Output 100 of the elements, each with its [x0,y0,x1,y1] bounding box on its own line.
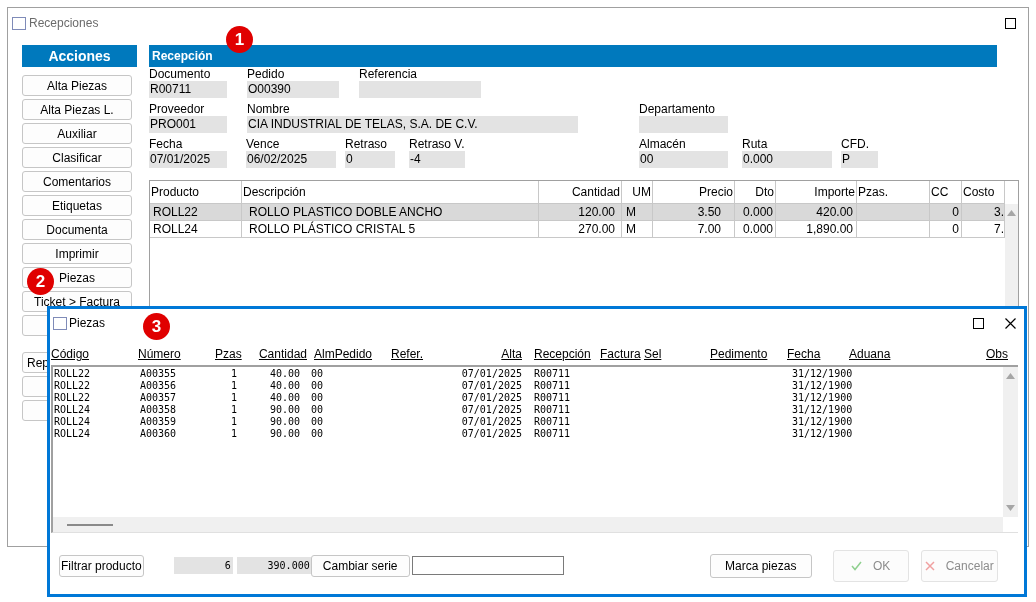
cross-icon [924,560,935,571]
grid-cell-text: 00 [310,368,325,380]
grid-cell-text: 07/01/2025 [460,404,523,416]
action-button[interactable]: Imprimir [22,243,132,264]
grid-cell-text: A00359 [140,416,178,428]
grid-cell-text: 07/01/2025 [460,392,523,404]
mark-button[interactable]: Marca piezas [709,553,812,578]
grid-cell-text: 00 [310,404,325,416]
grid-cell-text: 40.00 [268,368,301,380]
column-header[interactable]: Cantidad [258,347,307,361]
table-cell: 120.00 [539,204,622,220]
field-value: 00 [639,151,728,168]
column-header[interactable]: Pzas [215,347,242,361]
field-label: CFD. [841,137,870,151]
column-header[interactable]: Refer. [391,347,423,361]
field-label: Nombre [247,102,291,116]
grid-cell-text: 31/12/1900 [791,428,851,440]
field-label: Ruta [742,137,769,151]
action-button[interactable]: Documenta [22,219,132,240]
grid-cell-text: 40.00 [268,392,301,404]
window-title: Recepciones [29,15,99,32]
grid-cell-text: 90.00 [268,416,301,428]
column-header[interactable]: Descripción [242,181,539,203]
action-button[interactable]: Auxiliar [22,123,132,144]
maximize-icon[interactable] [973,317,984,329]
column-header[interactable]: Precio [653,181,735,203]
grid-cell-text: 00 [310,380,325,392]
series-input[interactable] [411,556,564,575]
scroll-down-icon[interactable] [1006,505,1015,511]
column-header[interactable]: Sel [644,347,662,361]
maximize-icon[interactable] [1005,17,1016,29]
column-header[interactable]: Obs [986,347,1008,361]
table-cell: 0 [930,204,962,220]
grid-cell-text: ROLL22 [53,380,92,392]
column-header[interactable]: Cantidad [539,181,622,203]
field-value: P [841,151,878,168]
table-cell: 7.00 [653,221,735,237]
grid-cell-text: A00356 [140,380,178,392]
total-value: 390.000 [236,557,311,574]
column-header[interactable]: Costo [962,181,1005,203]
field-label: Almacén [639,137,687,151]
table-row[interactable]: ROLL24 ROLLO PLÁSTICO CRISTAL 5 270.00 M 7.00 0.000 1,890.00 0 7. [150,221,1005,238]
table-cell: 0.000 [735,221,776,237]
column-header[interactable]: Fecha [787,347,821,361]
scrollbar[interactable] [1003,367,1018,517]
grid-cell-text: R00711 [533,392,572,404]
column-header[interactable]: Aduana [849,347,891,361]
filter-button[interactable]: Filtrar producto [59,554,144,577]
column-header[interactable]: CC [930,181,962,203]
grid-cell-text: 07/01/2025 [460,428,523,440]
scrollbar-thumb[interactable] [67,523,113,526]
column-header[interactable]: Dto [735,181,776,203]
grid-cell-text: A00360 [140,428,178,440]
column-header[interactable]: Factura [600,347,641,361]
window-icon [53,316,67,330]
column-header[interactable]: Código [51,347,90,361]
table-cell: 0 [930,221,962,237]
table-row[interactable]: ROLL22 ROLLO PLASTICO DOBLE ANCHO 120.00 M 3.50 0.000 420.00 0 3. [150,204,1005,221]
column-header[interactable]: Recepción [534,347,591,361]
grid-cell-text: ROLL24 [53,428,92,440]
column-header[interactable]: Alta [501,347,522,361]
action-button[interactable]: Etiquetas [22,195,132,216]
grid-cell-text: 00 [310,392,325,404]
field-value: 0.000 [742,151,832,168]
grid-cell-text: 31/12/1900 [791,368,851,380]
field-label: Departamento [639,102,717,116]
field-label: Fecha [149,137,184,151]
series-button[interactable]: Cambiar serie [310,554,410,577]
column-header[interactable]: Importe [776,181,857,203]
scroll-up-icon[interactable] [1006,373,1015,379]
close-icon[interactable] [1005,317,1016,329]
grid-cell-text: ROLL22 [53,368,92,380]
field-value: PRO001 [149,116,227,133]
table-cell: 3.50 [653,204,735,220]
table-cell: 270.00 [539,221,622,237]
column-header[interactable]: Producto [150,181,242,203]
action-button[interactable]: Comentarios [22,171,132,192]
field-value: -4 [409,151,465,168]
section-header: Recepción [149,45,997,67]
field-value: 06/02/2025 [246,151,336,168]
grid-cell-text: 07/01/2025 [460,380,523,392]
table-cell: 420.00 [776,204,857,220]
scroll-up-icon[interactable] [1007,210,1016,216]
field-value: O00390 [247,81,339,98]
scrollbar[interactable] [53,517,1003,532]
column-header[interactable]: Número [138,347,181,361]
grid-cell-text: R00711 [533,368,572,380]
field-label: Proveedor [149,102,206,116]
action-button[interactable]: Clasificar [22,147,132,168]
column-header[interactable]: UM [622,181,653,203]
column-header[interactable]: AlmPedido [314,347,373,361]
field-value: 0 [345,151,395,168]
grid-cell-text: 31/12/1900 [791,392,851,404]
panel-header: Acciones [22,45,137,67]
table-cell: ROLL22 [150,204,242,220]
column-header[interactable]: Pzas. [857,181,930,203]
grid-cell-text: 00 [310,416,325,428]
column-header[interactable]: Pedimento [710,347,768,361]
action-button[interactable]: Alta Piezas [22,75,132,96]
action-button[interactable]: Alta Piezas L. [22,99,132,120]
